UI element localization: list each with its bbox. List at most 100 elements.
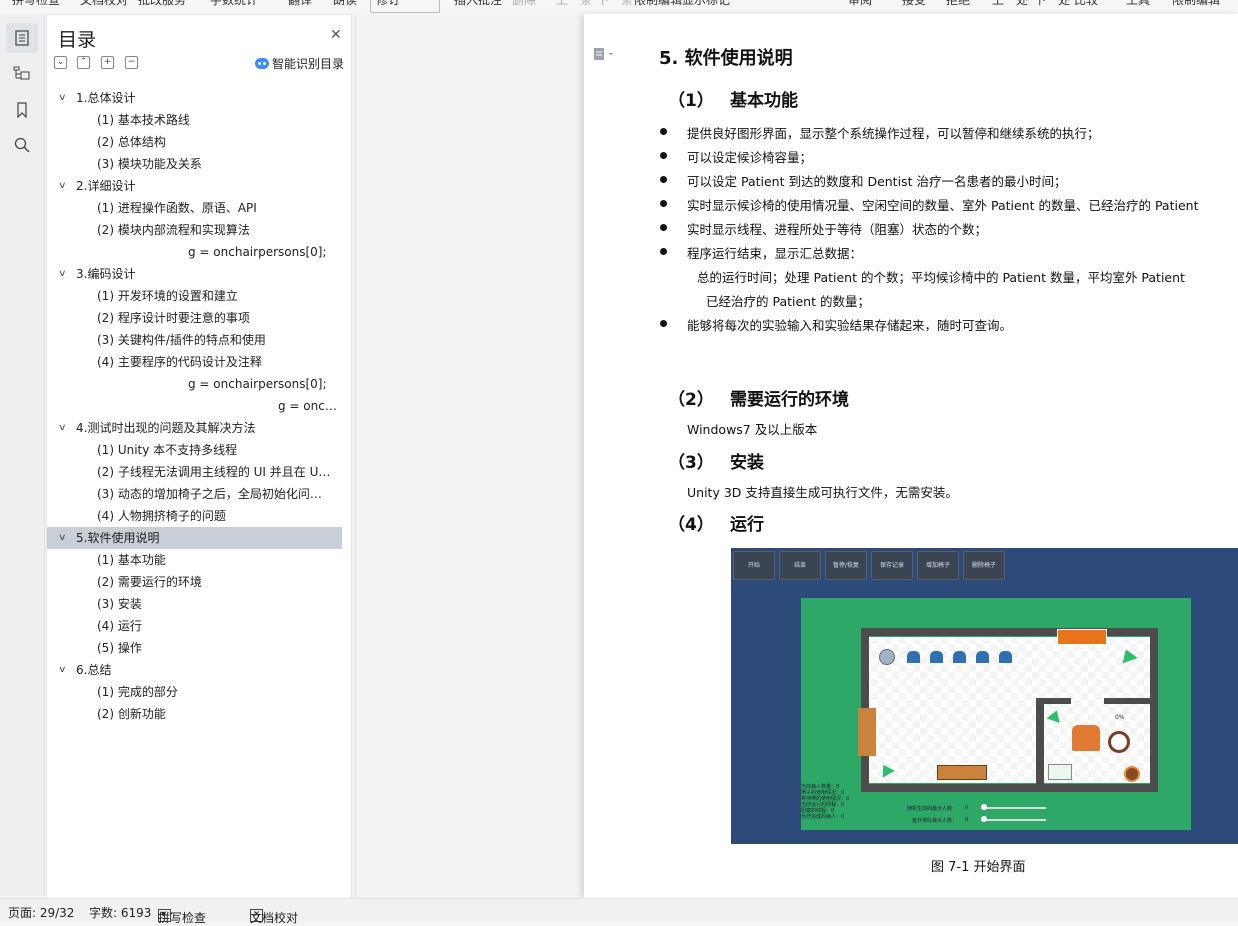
stool [1124, 766, 1140, 782]
ribbon-item[interactable]: 字数统计 [210, 0, 258, 8]
toc-subitem[interactable]: (2) 子线程无法调用主线程的 UI 并且在 U… [47, 461, 351, 483]
search-icon[interactable] [6, 130, 38, 160]
close-icon[interactable]: ✕ [330, 27, 342, 43]
ribbon-toolbar: 拼写检查 文档校对 批改服务 字数统计 翻译 朗读 修订 插入批注 删除 上一条… [0, 0, 1238, 14]
smart-toc-button[interactable]: 智能识别目录 [255, 55, 344, 72]
toc-item-label: (5) 操作 [97, 641, 142, 655]
toc-subitem[interactable]: (4) 运行 [47, 615, 351, 637]
ribbon-item[interactable]: 工具 [1126, 0, 1150, 8]
ribbon-item[interactable]: 接受 [902, 0, 926, 8]
ribbon-item[interactable]: 批改服务 [138, 0, 186, 8]
slider-track [981, 819, 1046, 821]
page-indicator[interactable]: 页面: 29/32 [8, 904, 74, 921]
chair [999, 651, 1012, 663]
toc-subitem[interactable]: (3) 安装 [47, 593, 351, 615]
dentist [1108, 731, 1130, 753]
chevron-down-icon[interactable]: ∨ [58, 175, 67, 197]
ribbon-item[interactable]: 翻译 [288, 0, 312, 8]
ribbon-item[interactable]: 修订 [376, 0, 400, 8]
toc-subitem[interactable]: (3) 动态的增加椅子之后，全局初始化问… [47, 483, 351, 505]
ribbon-item[interactable]: 拒绝 [946, 0, 970, 8]
ribbon-item[interactable]: 文档校对 [80, 0, 128, 8]
game-wall [1104, 698, 1150, 704]
toc-heading-item[interactable]: ∨ 5.软件使用说明 [47, 527, 342, 549]
table [937, 765, 987, 780]
toc-item-label: (2) 程序设计时要注意的事项 [97, 311, 250, 325]
nav-pane-icon[interactable] [6, 58, 38, 88]
remove-level-icon[interactable]: − [125, 56, 138, 69]
bookmark-icon[interactable] [6, 95, 38, 125]
chair [907, 651, 920, 663]
toc-heading-item[interactable]: ∨ 4.测试时出现的问题及其解决方法 [47, 417, 351, 439]
chevron-down-icon[interactable]: ∨ [58, 263, 67, 285]
smart-toc-label: 智能识别目录 [272, 57, 345, 71]
slider-label: 随机生成的最大人数： [907, 806, 958, 812]
toc-item-label: 5.软件使用说明 [76, 531, 160, 545]
toc-subitem[interactable]: (1) 基本技术路线 [47, 109, 351, 131]
toc-item-label: (3) 关键构件/插件的特点和使用 [97, 333, 266, 347]
toc-subitem[interactable]: (1) 完成的部分 [47, 681, 351, 703]
toc-subitem[interactable]: (1) Unity 本不支持多线程 [47, 439, 351, 461]
ribbon-item[interactable]: 下一处 [1034, 0, 1070, 8]
toc-heading-item[interactable]: ∨ 1.总体设计 [47, 87, 351, 109]
toc-subitem[interactable]: (2) 总体结构 [47, 131, 351, 153]
ribbon-item[interactable]: 插入批注 [454, 0, 502, 8]
toc-item-label: (4) 主要程序的代码设计及注释 [97, 355, 262, 369]
toc-icon[interactable] [6, 23, 38, 53]
subsection-title: 安装 [730, 453, 764, 473]
toc-item-label: (3) 模块功能及关系 [97, 157, 202, 171]
chevron-down-icon[interactable]: ∨ [58, 417, 67, 439]
ribbon-item[interactable]: 显示标记 [682, 0, 730, 8]
chevron-down-icon[interactable]: ∨ [58, 659, 67, 681]
toc-item-label: (1) 基本功能 [97, 553, 166, 567]
ribbon-item[interactable]: 下一条 [597, 0, 633, 8]
ribbon-item[interactable]: 朗读 [333, 0, 357, 8]
ribbon-item[interactable]: 限制编辑 [634, 0, 682, 8]
game-wall [1036, 698, 1044, 784]
section-heading: 5. 软件使用说明 [659, 48, 793, 69]
ribbon-item[interactable]: 删除 [512, 0, 536, 8]
toc-subitem[interactable]: (2) 程序设计时要注意的事项 [47, 307, 351, 329]
toc-subitem[interactable]: (4) 人物拥挤椅子的问题 [47, 505, 351, 527]
ribbon-item[interactable]: 限制编辑 [1172, 0, 1220, 8]
toc-heading-item[interactable]: ∨ 2.详细设计 [47, 175, 351, 197]
document-background [356, 14, 584, 898]
toc-item-label: (4) 运行 [97, 619, 142, 633]
word-count[interactable]: 字数: 6193 [89, 904, 151, 921]
toc-item-label: g = onchairpersons[0]; [188, 377, 327, 391]
spell-check-label: 拼写检查 [158, 911, 207, 925]
chevron-down-icon[interactable]: ∨ [58, 527, 67, 549]
chair [976, 651, 989, 663]
toc-subitem[interactable]: (1) 开发环境的设置和建立 [47, 285, 351, 307]
ribbon-item[interactable]: 上一条 [556, 0, 592, 8]
toc-subitem[interactable]: (5) 操作 [47, 637, 351, 659]
chevron-down-icon[interactable]: ∨ [58, 87, 67, 109]
toc-heading-item[interactable]: ∨ 6.总结 [47, 659, 351, 681]
toc-subitem[interactable]: g = onchairpersons[0]; [47, 241, 351, 263]
ribbon-item[interactable]: 审阅 [848, 0, 872, 8]
ribbon-item[interactable]: 比较 [1074, 0, 1098, 8]
toc-subitem[interactable]: (1) 进程操作函数、原语、API [47, 197, 351, 219]
toc-subitem[interactable]: (2) 创新功能 [47, 703, 351, 725]
toc-subitem[interactable]: g = onc… [47, 395, 351, 417]
toc-subitem[interactable]: g = onchairpersons[0]; [47, 373, 351, 395]
collapse-all-icon[interactable]: ⌃ [77, 56, 90, 69]
ribbon-item[interactable]: 拼写检查 [12, 0, 60, 8]
toc-item-label: g = onc… [278, 399, 337, 413]
paragraph-menu-icon[interactable] [593, 46, 617, 65]
toc-heading-item[interactable]: ∨ 3.编码设计 [47, 263, 351, 285]
toc-subitem[interactable]: (1) 基本功能 [47, 549, 351, 571]
add-level-icon[interactable]: + [101, 56, 114, 69]
game-wall [861, 784, 1158, 792]
toc-item-label: (2) 子线程无法调用主线程的 UI 并且在 U… [97, 465, 331, 479]
proofread-label: 文档校对 [250, 911, 299, 925]
toc-item-label: 4.测试时出现的问题及其解决方法 [76, 421, 256, 435]
toc-subitem[interactable]: (3) 模块功能及关系 [47, 153, 351, 175]
ribbon-item[interactable]: 上一处 [992, 0, 1028, 8]
toc-subitem[interactable]: (3) 关键构件/插件的特点和使用 [47, 329, 351, 351]
toc-subitem[interactable]: (4) 主要程序的代码设计及注释 [47, 351, 351, 373]
toc-subitem[interactable]: (2) 模块内部流程和实现算法 [47, 219, 351, 241]
toc-subitem[interactable]: (2) 需要运行的环境 [47, 571, 351, 593]
expand-all-icon[interactable]: ⌄ [54, 56, 67, 69]
toc-panel: 目录 ✕ ⌄ ⌃ + − 智能识别目录 ∨ 1.总体设计 (1) 基本技术路线 (2)… [46, 14, 352, 900]
